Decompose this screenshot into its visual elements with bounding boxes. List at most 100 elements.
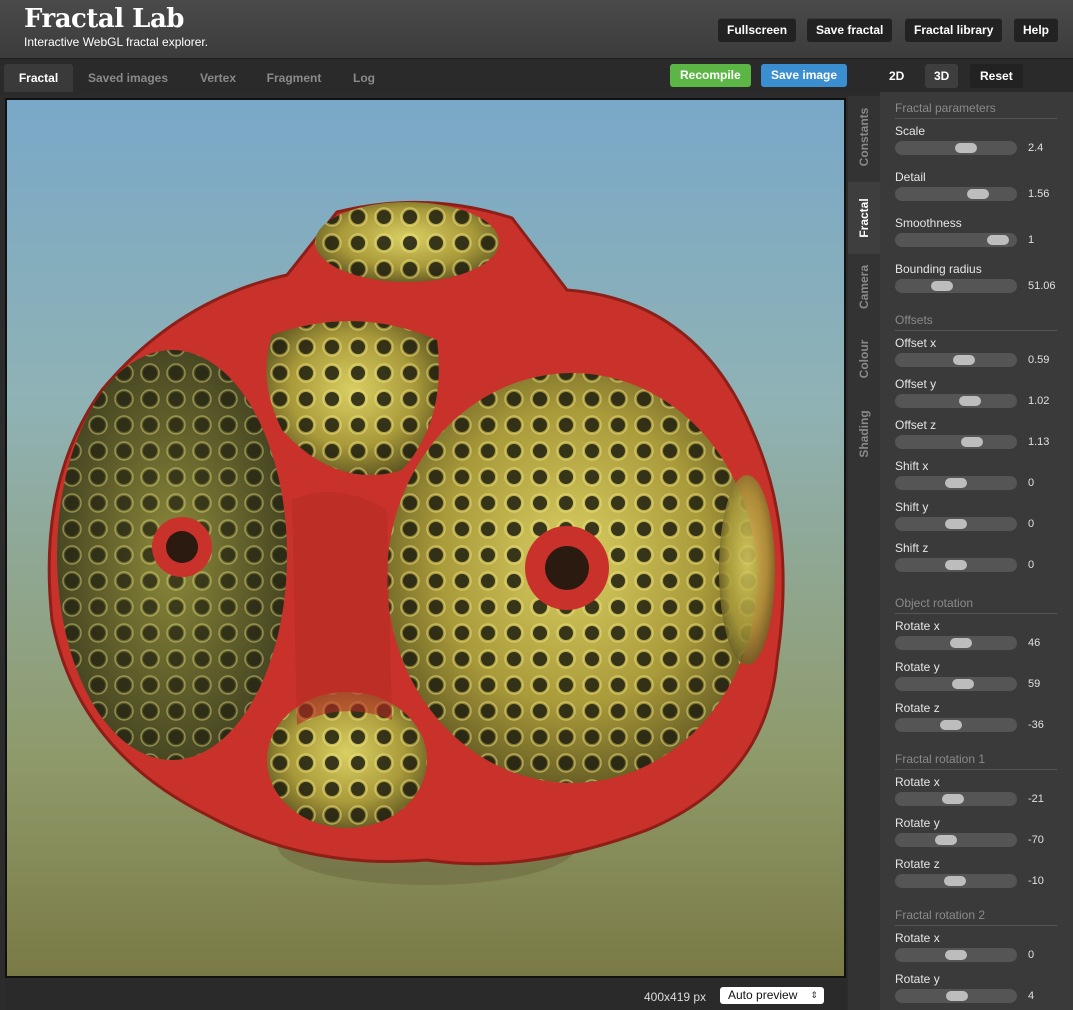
tab-fractal[interactable]: Fractal	[4, 64, 73, 92]
tab-log[interactable]: Log	[342, 64, 386, 92]
slider-thumb[interactable]	[987, 235, 1009, 245]
slider-thumb[interactable]	[942, 794, 964, 804]
side-tab-constants[interactable]: Constants	[848, 101, 880, 173]
save-fractal-button[interactable]: Save fractal	[807, 18, 893, 42]
slider-thumb[interactable]	[950, 638, 972, 648]
param-value-smoothness: 1	[1028, 234, 1035, 246]
param-slider-scale[interactable]	[895, 141, 1017, 155]
side-tab-bar: Constants Fractal Camera Colour Shading	[848, 96, 880, 1010]
param-value-rotate-z: -10	[1028, 875, 1044, 887]
slider-thumb[interactable]	[952, 679, 974, 689]
param-slider-rotate-x[interactable]	[895, 948, 1017, 962]
param-label-rotate-y: Rotate y	[895, 660, 940, 674]
param-slider-detail[interactable]	[895, 187, 1017, 201]
slider-thumb[interactable]	[944, 876, 966, 886]
slider-thumb[interactable]	[940, 720, 962, 730]
param-label-shift-x: Shift x	[895, 459, 929, 473]
slider-thumb[interactable]	[945, 519, 967, 529]
param-label-rotate-x: Rotate x	[895, 931, 940, 945]
param-slider-rotate-y[interactable]	[895, 833, 1017, 847]
app-header: Fractal Lab Interactive WebGL fractal ex…	[0, 0, 1073, 59]
preview-mode-value: Auto preview	[728, 988, 798, 1002]
slider-thumb[interactable]	[945, 478, 967, 488]
slider-thumb[interactable]	[946, 991, 968, 1001]
section-title-offsets: Offsets	[895, 313, 1057, 331]
param-label-bounding-radius: Bounding radius	[895, 262, 982, 276]
param-slider-shift-y[interactable]	[895, 517, 1017, 531]
param-value-shift-x: 0	[1028, 477, 1035, 489]
mode-2d-button[interactable]: 2D	[880, 64, 913, 88]
param-value-rotate-y: 59	[1028, 678, 1041, 690]
param-label-shift-y: Shift y	[895, 500, 929, 514]
section-title-fractal: Fractal parameters	[895, 101, 1057, 119]
param-slider-smoothness[interactable]	[895, 233, 1017, 247]
select-arrows-icon: ⇕	[810, 990, 818, 1000]
param-slider-rotate-x[interactable]	[895, 792, 1017, 806]
section-title-object-rotation: Object rotation	[895, 596, 1057, 614]
param-slider-bounding-radius[interactable]	[895, 279, 1017, 293]
render-viewport	[5, 98, 846, 978]
slider-thumb[interactable]	[953, 355, 975, 365]
reset-button[interactable]: Reset	[970, 64, 1023, 88]
param-label-shift-z: Shift z	[895, 541, 929, 555]
help-button[interactable]: Help	[1014, 18, 1059, 42]
param-label-offset-x: Offset x	[895, 336, 937, 350]
section-title-fractal-rotation-2: Fractal rotation 2	[895, 908, 1057, 926]
slider-thumb[interactable]	[955, 143, 977, 153]
fractal-library-button[interactable]: Fractal library	[905, 18, 1003, 42]
param-label-offset-z: Offset z	[895, 418, 937, 432]
fractal-canvas[interactable]	[7, 100, 844, 976]
fullscreen-button[interactable]: Fullscreen	[718, 18, 797, 42]
save-image-button[interactable]: Save image	[761, 64, 848, 87]
side-tab-camera[interactable]: Camera	[848, 251, 880, 323]
param-slider-offset-z[interactable]	[895, 435, 1017, 449]
viewport-status-bar: 400x419 px Auto preview ⇕	[5, 980, 846, 1010]
app-tagline: Interactive WebGL fractal explorer.	[24, 35, 209, 49]
tab-saved-images[interactable]: Saved images	[80, 64, 176, 92]
param-label-detail: Detail	[895, 170, 926, 184]
preview-mode-select[interactable]: Auto preview ⇕	[720, 987, 824, 1004]
side-tab-shading[interactable]: Shading	[848, 398, 880, 470]
param-slider-offset-y[interactable]	[895, 394, 1017, 408]
param-label-rotate-z: Rotate z	[895, 701, 940, 715]
param-value-offset-y: 1.02	[1028, 395, 1050, 407]
param-slider-shift-x[interactable]	[895, 476, 1017, 490]
side-tab-fractal[interactable]: Fractal	[848, 182, 880, 254]
slider-thumb[interactable]	[945, 950, 967, 960]
param-label-rotate-y: Rotate y	[895, 816, 940, 830]
param-value-detail: 1.56	[1028, 188, 1050, 200]
param-slider-rotate-y[interactable]	[895, 677, 1017, 691]
param-label-offset-y: Offset y	[895, 377, 937, 391]
param-slider-rotate-x[interactable]	[895, 636, 1017, 650]
param-slider-rotate-z[interactable]	[895, 718, 1017, 732]
param-value-rotate-y: 4	[1028, 990, 1035, 1002]
slider-thumb[interactable]	[959, 396, 981, 406]
side-tab-colour[interactable]: Colour	[848, 323, 880, 395]
param-value-shift-y: 0	[1028, 518, 1035, 530]
fractal-render-image	[47, 200, 785, 885]
param-slider-rotate-y[interactable]	[895, 989, 1017, 1003]
tab-fragment[interactable]: Fragment	[256, 64, 332, 92]
param-value-rotate-z: -36	[1028, 719, 1044, 731]
slider-thumb[interactable]	[945, 560, 967, 570]
param-value-offset-z: 1.13	[1028, 436, 1050, 448]
mode-bar: 2D 3D Reset	[880, 59, 1073, 92]
tab-vertex[interactable]: Vertex	[188, 64, 248, 92]
param-label-smoothness: Smoothness	[895, 216, 962, 230]
param-value-rotate-y: -70	[1028, 834, 1044, 846]
param-slider-shift-z[interactable]	[895, 558, 1017, 572]
slider-thumb[interactable]	[961, 437, 983, 447]
param-label-rotate-y: Rotate y	[895, 972, 940, 986]
recompile-button[interactable]: Recompile	[670, 64, 751, 87]
param-slider-rotate-z[interactable]	[895, 874, 1017, 888]
param-label-scale: Scale	[895, 124, 926, 138]
param-value-rotate-x: -21	[1028, 793, 1044, 805]
slider-thumb[interactable]	[967, 189, 989, 199]
param-label-rotate-x: Rotate x	[895, 775, 940, 789]
param-value-rotate-x: 46	[1028, 637, 1041, 649]
slider-thumb[interactable]	[935, 835, 957, 845]
mode-3d-button[interactable]: 3D	[925, 64, 959, 88]
section-title-fractal-rotation-1: Fractal rotation 1	[895, 752, 1057, 770]
param-slider-offset-x[interactable]	[895, 353, 1017, 367]
slider-thumb[interactable]	[931, 281, 953, 291]
